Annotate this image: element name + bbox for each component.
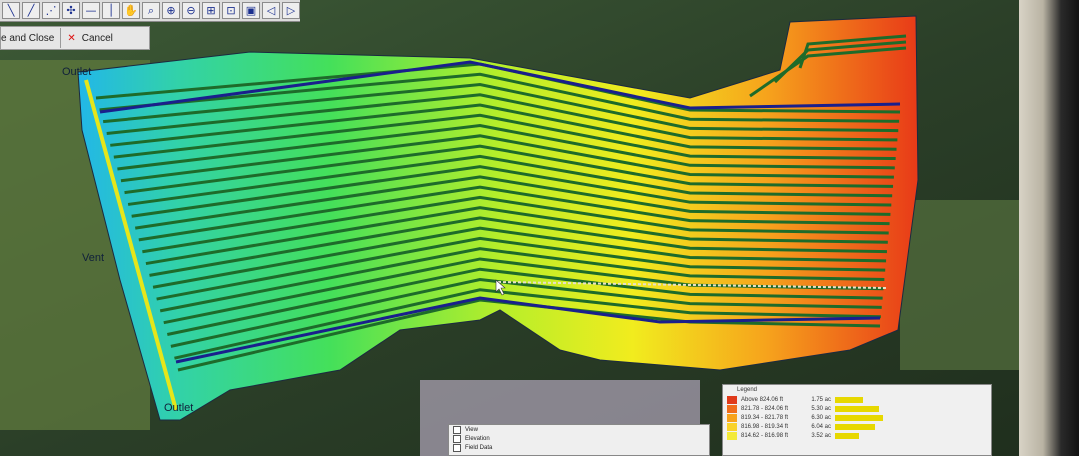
legend-range: 819.34 - 821.78 ft [741,414,789,421]
layer-item[interactable]: Field Data [449,443,709,452]
layer-checkbox[interactable] [453,443,461,452]
legend-range: Above 824.06 ft [741,396,784,403]
outlet-label-top: Outlet [62,66,92,78]
zoom-box-icon[interactable]: ⊡ [222,2,240,19]
monitor-bezel [1019,0,1079,456]
save-and-close-label: e and Close [1,32,55,44]
horizontal-line-icon[interactable]: — [82,2,100,19]
legend-swatch [727,404,737,413]
legend-swatch [727,413,737,422]
layer-label: View [465,426,478,433]
legend-row: 816.98 - 819.34 ft 6.04 ac [723,422,991,431]
drawing-toolbar: ╲ ╱ ⋰ ✣ — │ ✋ ⌕ ⊕ ⊖ ⊞ ⊡ ▣ ◁ ▷ [0,0,300,22]
outlet-label-bottom: Outlet [164,402,194,414]
legend-acres: 5.30 ac [811,405,831,412]
legend-acres: 6.04 ac [811,423,831,430]
layer-checkbox[interactable] [453,434,461,443]
legend-row: 819.34 - 821.78 ft 6.30 ac [723,413,991,422]
zoom-next-icon[interactable]: ▷ [282,2,300,19]
save-and-close-button[interactable]: e and Close [1,28,62,48]
cancel-x-icon: ✕ [67,32,76,44]
cancel-button[interactable]: ✕ Cancel [61,28,119,48]
legend-row: 814.62 - 816.98 ft 3.52 ac [723,431,991,440]
layer-label: Elevation [465,435,490,442]
cancel-label: Cancel [81,32,113,44]
legend-row: Above 824.06 ft 1.75 ac [723,395,991,404]
action-bar: e and Close ✕ Cancel [0,26,150,50]
layers-panel: View Elevation Field Data [448,424,710,456]
legend-row: 821.78 - 824.06 ft 5.30 ac [723,404,991,413]
pan-hand-icon[interactable]: ✋ [122,2,140,19]
layer-label: Field Data [465,444,493,451]
legend-panel: Legend Above 824.06 ft 1.75 ac 821.78 - 82… [722,384,992,456]
zoom-extent-icon[interactable]: ⊞ [202,2,220,19]
legend-acres: 6.30 ac [811,414,831,421]
zoom-window-icon[interactable]: ▣ [242,2,260,19]
layer-item[interactable]: Elevation [449,434,709,443]
legend-swatch [727,422,737,431]
move-icon[interactable]: ✣ [62,2,80,19]
layer-checkbox[interactable] [453,425,461,434]
legend-title: Legend [737,387,758,393]
zoom-prev-icon[interactable]: ◁ [262,2,280,19]
magnify-icon[interactable]: ⌕ [142,2,160,19]
legend-acres: 3.52 ac [811,432,831,439]
legend-histogram-bar [835,405,879,412]
legend-range: 821.78 - 824.06 ft [741,405,789,412]
zoom-in-icon[interactable]: ⊕ [162,2,180,19]
zoom-out-icon[interactable]: ⊖ [182,2,200,19]
legend-histogram-bar [835,432,859,439]
legend-swatch [727,395,737,404]
layer-item[interactable]: View [449,425,709,434]
legend-histogram-bar [835,414,883,421]
line-icon[interactable]: ╲ [2,2,20,19]
aerial-field-right [900,200,1020,370]
legend-acres: 1.75 ac [811,396,831,403]
legend-range: 816.98 - 819.34 ft [741,423,789,430]
legend-histogram-bar [835,423,875,430]
vent-label: Vent [82,252,105,264]
vertical-line-icon[interactable]: │ [102,2,120,19]
diagonal-icon[interactable]: ╱ [22,2,40,19]
connect-icon[interactable]: ⋰ [42,2,60,19]
legend-swatch [727,431,737,440]
legend-range: 814.62 - 816.98 ft [741,432,789,439]
legend-histogram-bar [835,396,863,403]
